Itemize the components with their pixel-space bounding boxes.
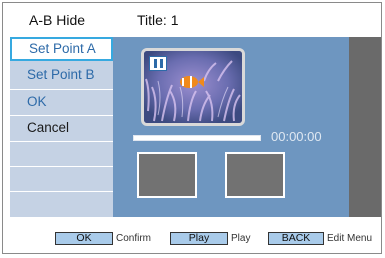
time-display: 00:00:00 [271, 129, 322, 144]
scroll-strip [349, 37, 381, 217]
menu-item-set-point-a[interactable]: Set Point A [10, 37, 113, 61]
point-a-thumbnail [137, 152, 197, 198]
side-menu: Set Point A Set Point B OK Cancel [10, 37, 113, 217]
dialog-frame: A-B Hide Title: 1 Set Point A Set Point … [2, 2, 382, 254]
title-number: Title: 1 [137, 12, 179, 28]
back-key-label: Edit Menu [327, 233, 373, 244]
play-key[interactable]: Play [170, 232, 228, 245]
preview-panel: 00:00:00 [113, 37, 349, 217]
video-preview [141, 48, 245, 126]
menu-divider [10, 141, 113, 142]
progress-bar[interactable] [133, 135, 261, 141]
menu-divider [10, 191, 113, 192]
mode-title: A-B Hide [29, 12, 86, 28]
ok-key-label: Confirm [116, 233, 152, 244]
menu-divider [10, 166, 113, 167]
menu-item-ok[interactable]: OK [10, 90, 113, 114]
ok-key[interactable]: OK [55, 232, 113, 245]
title-bar: A-B Hide Title: 1 [3, 3, 381, 37]
menu-item-set-point-b[interactable]: Set Point B [10, 63, 113, 87]
point-b-thumbnail [225, 152, 285, 198]
pause-icon [149, 56, 167, 71]
play-key-label: Play [231, 233, 251, 244]
back-key[interactable]: BACK [268, 232, 324, 245]
menu-item-cancel[interactable]: Cancel [10, 116, 113, 140]
